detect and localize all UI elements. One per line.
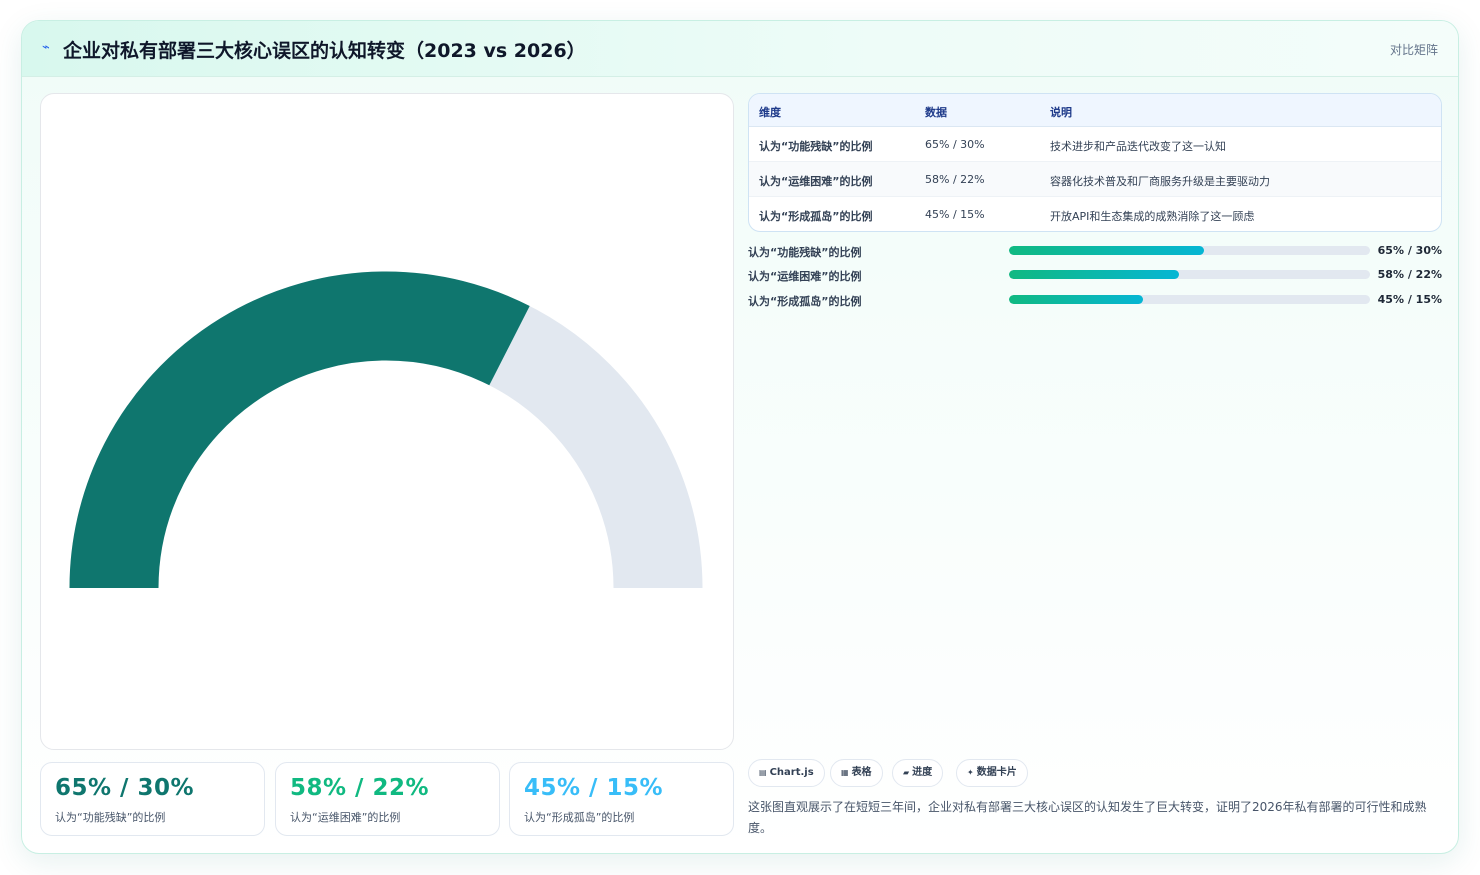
- progress-value: 45% / 15%: [1377, 293, 1442, 306]
- progress-label: 认为“运维困难”的比例: [748, 270, 862, 283]
- column-header-data: 数据: [925, 106, 947, 119]
- progress-track: [1009, 246, 1370, 255]
- kpi-card-function: 65% / 30% 认为“功能残缺”的比例: [40, 762, 265, 836]
- view-tag[interactable]: 对比矩阵: [1390, 41, 1438, 58]
- chip-data-card[interactable]: ✦ 数据卡片: [956, 759, 1028, 787]
- cell-dimension: 认为“运维困难”的比例: [759, 175, 873, 188]
- kpi-value: 65% / 30%: [55, 775, 195, 801]
- chart-icon: ▤: [759, 768, 767, 777]
- cell-data: 65% / 30%: [925, 138, 985, 151]
- kpi-label: 认为“运维困难”的比例: [290, 811, 401, 824]
- cell-note: 技术进步和产品迭代改变了这一认知: [1050, 140, 1226, 153]
- comparison-table: 维度 数据 说明 认为“功能残缺”的比例 65% / 30% 技术进步和产品迭代…: [748, 93, 1442, 232]
- progress-value: 65% / 30%: [1377, 244, 1442, 257]
- progress-row: 认为“运维困难”的比例 58% / 22%: [748, 267, 1442, 283]
- table-row: 认为“功能残缺”的比例 65% / 30% 技术进步和产品迭代改变了这一认知: [749, 127, 1441, 162]
- cell-dimension: 认为“形成孤岛”的比例: [759, 210, 873, 223]
- column-header-note: 说明: [1050, 106, 1072, 119]
- chip-label: 数据卡片: [976, 767, 1017, 778]
- chip-progress[interactable]: ▰ 进度: [892, 759, 944, 787]
- cell-data: 58% / 22%: [925, 173, 985, 186]
- chip-label: 进度: [912, 767, 933, 778]
- progress-fill: [1009, 246, 1204, 255]
- summary-text: 这张图直观展示了在短短三年间，企业对私有部署三大核心误区的认知发生了巨大转变，证…: [748, 800, 1427, 835]
- progress-fill: [1009, 295, 1143, 304]
- page-title: 企业对私有部署三大核心误区的认知转变（2023 vs 2026）: [63, 40, 586, 62]
- progress-label: 认为“功能残缺”的比例: [748, 246, 862, 259]
- progress-track: [1009, 270, 1370, 279]
- chip-label: 表格: [851, 767, 872, 778]
- kpi-label: 认为“功能残缺”的比例: [55, 811, 166, 824]
- kpi-card-ops: 58% / 22% 认为“运维困难”的比例: [275, 762, 500, 836]
- chip-table[interactable]: ▦ 表格: [830, 759, 883, 787]
- chip-label: Chart.js: [769, 767, 814, 778]
- kpi-value: 45% / 15%: [524, 775, 664, 801]
- progress-fill: [1009, 270, 1179, 279]
- kpi-label: 认为“形成孤岛”的比例: [524, 811, 635, 824]
- chip-chartjs[interactable]: ▤ Chart.js: [748, 759, 825, 787]
- sparkle-icon: ✦: [967, 768, 974, 777]
- progress-row: 认为“形成孤岛”的比例 45% / 15%: [748, 292, 1442, 308]
- sparkline-icon: ⌁: [42, 40, 50, 55]
- main-card: ⌁ 企业对私有部署三大核心误区的认知转变（2023 vs 2026） 对比矩阵 …: [21, 20, 1459, 854]
- table-row: 认为“形成孤岛”的比例 45% / 15% 开放API和生态集成的成熟消除了这一…: [749, 197, 1441, 231]
- card-header: ⌁ 企业对私有部署三大核心误区的认知转变（2023 vs 2026） 对比矩阵: [22, 21, 1458, 77]
- kpi-value: 58% / 22%: [290, 775, 430, 801]
- cell-note: 开放API和生态集成的成熟消除了这一顾虑: [1050, 210, 1255, 223]
- progress-track: [1009, 295, 1370, 304]
- progress-row: 认为“功能残缺”的比例 65% / 30%: [748, 243, 1442, 259]
- gauge-chart: [69, 271, 703, 589]
- table-row: 认为“运维困难”的比例 58% / 22% 容器化技术普及和厂商服务升级是主要驱…: [749, 162, 1441, 197]
- gauge-value-arc: [69, 271, 530, 589]
- table-icon: ▦: [841, 768, 849, 777]
- cell-dimension: 认为“功能残缺”的比例: [759, 140, 873, 153]
- gauge-panel: [40, 93, 734, 750]
- progress-list: 认为“功能残缺”的比例 65% / 30% 认为“运维困难”的比例 58% / …: [748, 243, 1442, 323]
- progress-icon: ▰: [903, 768, 910, 777]
- column-header-dimension: 维度: [759, 106, 781, 119]
- table-header: 维度 数据 说明: [749, 94, 1441, 127]
- cell-note: 容器化技术普及和厂商服务升级是主要驱动力: [1050, 175, 1270, 188]
- progress-value: 58% / 22%: [1377, 268, 1442, 281]
- cell-data: 45% / 15%: [925, 208, 985, 221]
- progress-label: 认为“形成孤岛”的比例: [748, 295, 862, 308]
- kpi-card-silo: 45% / 15% 认为“形成孤岛”的比例: [509, 762, 734, 836]
